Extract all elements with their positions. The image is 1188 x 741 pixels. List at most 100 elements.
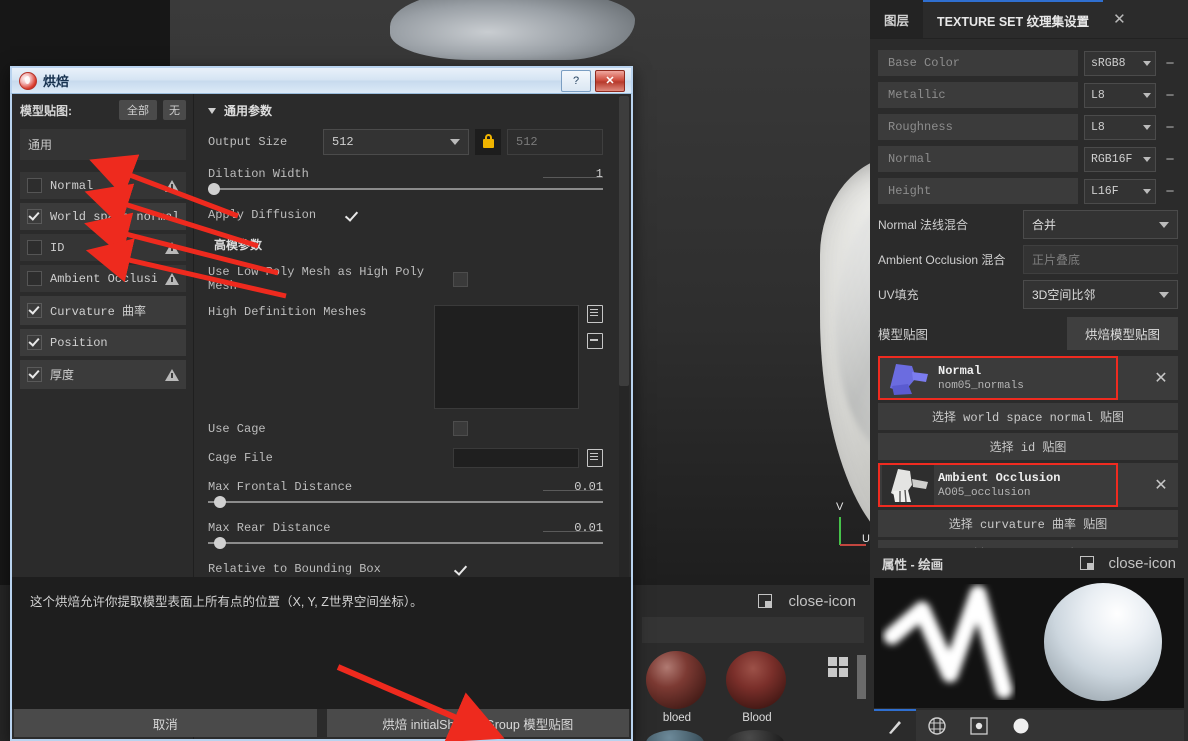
- cage-file-input[interactable]: [453, 448, 579, 468]
- grid-view-icon[interactable]: [828, 657, 848, 677]
- max-frontal-slider[interactable]: [208, 495, 603, 509]
- cancel-button[interactable]: 取消: [14, 709, 317, 737]
- bake-mesh-maps-button[interactable]: 烘焙模型贴图: [1066, 317, 1178, 350]
- use-low-poly-checkbox[interactable]: [453, 271, 468, 287]
- dilation-width-value[interactable]: 1: [596, 167, 603, 181]
- bake-map-label: Curvature 曲率: [50, 305, 147, 319]
- tab-texture-set-settings[interactable]: TEXTURE SET 纹理集设置: [923, 0, 1104, 38]
- channel-format-select[interactable]: L8: [1084, 114, 1156, 140]
- dilation-width-slider[interactable]: [208, 182, 603, 196]
- bake-map-item[interactable]: Curvature 曲率: [20, 296, 186, 325]
- bake-map-item[interactable]: Ambient Occlusion: [20, 265, 186, 292]
- channel-name[interactable]: Roughness: [878, 114, 1078, 140]
- channel-name[interactable]: Normal: [878, 146, 1078, 172]
- bake-map-checkbox[interactable]: [27, 240, 42, 255]
- help-button[interactable]: ?: [561, 69, 591, 92]
- section-highpoly-params[interactable]: 高模参数: [214, 236, 603, 253]
- mesh-map-slot-empty[interactable]: 选择 curvature 曲率 贴图: [878, 510, 1178, 537]
- tab-close-icon[interactable]: ✕: [1103, 0, 1136, 38]
- bake-dialog-titlebar[interactable]: 烘焙 ? ✕: [10, 66, 633, 94]
- select-all-button[interactable]: 全部: [119, 100, 157, 120]
- mesh-map-slot-empty[interactable]: 选择 world space normal 贴图: [878, 403, 1178, 430]
- channel-format-select[interactable]: RGB16F: [1084, 146, 1156, 172]
- params-scrollbar-thumb[interactable]: [619, 96, 629, 386]
- slider-knob[interactable]: [214, 537, 226, 549]
- restore-window-icon[interactable]: [1080, 556, 1095, 570]
- remove-channel-button[interactable]: −: [1162, 183, 1178, 200]
- bake-map-item[interactable]: 厚度: [20, 360, 186, 389]
- shelf-search-input[interactable]: [642, 617, 864, 643]
- output-size-label: Output Size: [208, 135, 288, 149]
- shelf-scrollbar[interactable]: [857, 655, 866, 699]
- bake-map-item[interactable]: Normal: [20, 172, 186, 199]
- remove-channel-button[interactable]: −: [1162, 119, 1178, 136]
- alpha-dot-icon[interactable]: [958, 710, 1000, 741]
- channel-row: Roughness L8 −: [878, 114, 1178, 140]
- brush-preview: [874, 578, 1184, 708]
- mix-setting-select[interactable]: 3D空间比邻: [1023, 280, 1178, 309]
- mesh-map-slot-filled[interactable]: Normal nom05_normals ✕: [878, 356, 1178, 400]
- tab-layers[interactable]: 图层: [870, 0, 924, 38]
- remove-mesh-map-icon[interactable]: ✕: [1144, 368, 1178, 388]
- remove-channel-button[interactable]: −: [1162, 151, 1178, 168]
- output-size-lock-button[interactable]: [475, 129, 501, 155]
- channel-name[interactable]: Base Color: [878, 50, 1078, 76]
- close-icon[interactable]: close-icon: [788, 593, 856, 610]
- remove-channel-button[interactable]: −: [1162, 55, 1178, 72]
- dilation-width-label: Dilation Width: [208, 167, 309, 181]
- output-size-height-input[interactable]: 512: [507, 129, 603, 155]
- slider-knob[interactable]: [208, 183, 220, 195]
- remove-channel-button[interactable]: −: [1162, 87, 1178, 104]
- output-size-select[interactable]: 512: [323, 129, 469, 155]
- shelf-material-item[interactable]: Blood: [726, 651, 788, 741]
- select-none-button[interactable]: 无: [163, 100, 186, 120]
- max-frontal-row: Max Frontal Distance 0.01: [208, 480, 603, 494]
- mix-setting-select[interactable]: 合并: [1023, 210, 1178, 239]
- channel-format-select[interactable]: L8: [1084, 82, 1156, 108]
- bake-map-checkbox[interactable]: [27, 335, 42, 350]
- shelf-material-item[interactable]: bloed: [646, 651, 708, 741]
- bake-button[interactable]: 烘焙 initialShadingGroup 模型贴图: [326, 709, 629, 737]
- mix-settings-list: Normal 法线混合 合并 Ambient Occlusion 混合 正片叠底 UV填…: [878, 210, 1178, 309]
- remove-mesh-map-icon[interactable]: ✕: [1144, 475, 1178, 495]
- bake-map-item[interactable]: ID: [20, 234, 186, 261]
- mix-setting-select[interactable]: 正片叠底: [1023, 245, 1178, 274]
- bake-map-item[interactable]: Position: [20, 329, 186, 356]
- common-group-field[interactable]: 通用: [20, 129, 186, 160]
- max-rear-value[interactable]: 0.01: [574, 521, 603, 535]
- channel-name[interactable]: Height: [878, 178, 1078, 204]
- mesh-map-slot-empty[interactable]: 选择 position 贴图: [878, 540, 1178, 548]
- bake-map-checkbox[interactable]: [27, 303, 42, 318]
- relative-bbox-checkbox[interactable]: [453, 563, 466, 576]
- bake-map-checkbox[interactable]: [27, 209, 42, 224]
- hd-meshes-list[interactable]: [434, 305, 579, 409]
- brush-tip-icon[interactable]: [874, 709, 916, 741]
- apply-diffusion-checkbox[interactable]: [344, 209, 357, 222]
- add-file-icon[interactable]: [587, 305, 603, 323]
- channel-format-select[interactable]: sRGB8: [1084, 50, 1156, 76]
- channel-name[interactable]: Metallic: [878, 82, 1078, 108]
- grid-pattern-icon[interactable]: [916, 710, 958, 741]
- brush-tool-tabs: [874, 709, 1184, 741]
- mesh-map-slot-filled[interactable]: Ambient Occlusion AO05_occlusion ✕: [878, 463, 1178, 507]
- bake-map-checkbox[interactable]: [27, 178, 42, 193]
- mix-setting-row: Normal 法线混合 合并: [878, 210, 1178, 239]
- close-icon[interactable]: close-icon: [1108, 555, 1176, 572]
- sphere-shading-icon[interactable]: [1000, 710, 1042, 741]
- mesh-map-slot-empty[interactable]: 选择 id 贴图: [878, 433, 1178, 460]
- bake-map-checkbox[interactable]: [27, 367, 42, 382]
- bake-map-checkbox[interactable]: [27, 271, 42, 286]
- max-frontal-value[interactable]: 0.01: [574, 480, 603, 494]
- max-rear-slider[interactable]: [208, 536, 603, 550]
- bake-map-item[interactable]: World space normal: [20, 203, 186, 230]
- close-button[interactable]: ✕: [595, 69, 625, 92]
- section-common-params[interactable]: 通用参数: [208, 102, 603, 119]
- material-thumbnail-partial: [646, 730, 704, 741]
- remove-file-icon[interactable]: [587, 333, 603, 349]
- channel-format-select[interactable]: L16F: [1084, 178, 1156, 204]
- use-cage-checkbox[interactable]: [453, 421, 468, 436]
- browse-file-icon[interactable]: [587, 449, 603, 467]
- slider-knob[interactable]: [214, 496, 226, 508]
- restore-window-icon[interactable]: [758, 594, 773, 608]
- use-low-poly-row: Use Low Poly Mesh as High Poly Mesh: [208, 265, 603, 293]
